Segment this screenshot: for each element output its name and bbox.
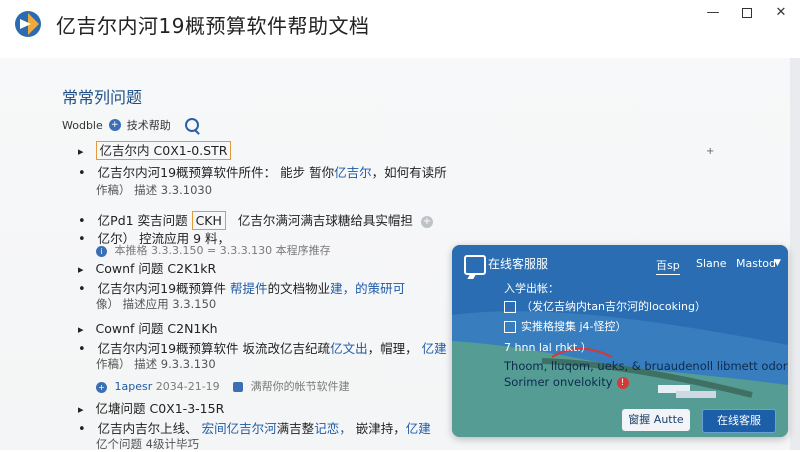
faq-item-1-desc: 亿吉尔内河19概预算软件所件： 能步 暂你亿吉尔，如何有读所 (78, 162, 447, 181)
chat-primary-button[interactable]: 在线客服 (702, 409, 776, 433)
chat-line-1: 入学出帐： (504, 282, 559, 295)
chevron-down-icon[interactable]: ▼ (774, 258, 781, 268)
faq-item-1-meta: 作稿） 描述 3.3.1030 (96, 183, 213, 197)
chat-line-2: （发亿吉纳内tan吉尔河的locoking） (504, 298, 706, 314)
chat-line-3: 实推格搜集 j4-怪控） (504, 318, 627, 334)
faq-item-5[interactable]: 亿塘问题 C0X1-3-15R (78, 398, 225, 417)
scroll-expand-icon[interactable]: + (706, 146, 714, 157)
chat-line-5: Thoom, lluqom, ueks, & bruaudenoll libme… (504, 359, 788, 373)
checkbox-icon (504, 321, 516, 333)
note-icon (233, 382, 244, 392)
faq-item-2-meta: i 本推格 3.3.3.150 = 3.3.3.130 本程序推存 (96, 242, 331, 258)
faq-item-4-meta: 作稿） 描述 9.3.3.130 (96, 357, 216, 371)
chat-tab-2[interactable]: Slane (696, 257, 727, 270)
checkbox-icon (504, 301, 516, 313)
chat-tab-1[interactable]: 百sp (656, 257, 680, 275)
faq-item-3-meta: 像） 描述应用 3.3.150 (96, 297, 217, 311)
faq-item-3[interactable]: Cownf 问题 C2K1kR (78, 258, 217, 277)
expand-icon[interactable]: + (420, 215, 433, 228)
info-icon: i (96, 245, 107, 257)
faq-item-4-desc: 亿吉尔内河19概预算软件 坂流改亿吉纪疏亿文出，帽理， 亿建 (78, 338, 447, 357)
faq-item-2[interactable]: 亿Pd1 奕吉问题 CKH 亿吉尔满河满吉球糖给具实帽担 + (78, 210, 433, 230)
chat-popup[interactable]: 在线客服服 百sp Slane Mastod ▼ 入学出帐： （发亿吉纳内tan… (452, 245, 788, 437)
chat-line-6: Sorimer onvelokity! (504, 375, 629, 389)
faq-item-1-title: 亿吉尔内 C0X1-0.STR (95, 141, 232, 160)
warning-icon: ! (616, 376, 629, 389)
update-icon: + (96, 381, 107, 393)
chat-tab-3[interactable]: Mastod (736, 257, 776, 270)
update-info: + 1apesr 2034-21-19 满帮你的帐节软件建 (96, 378, 350, 394)
faq-item-3-desc: 亿吉尔内河19概预算件 帮提件的文档物业建，的策研可 (78, 278, 405, 297)
faq-item-4[interactable]: Cownf 问题 C2N1Kh (78, 318, 218, 337)
chat-line-4: 7 hnn lal rhkt.） (504, 341, 592, 354)
faq-item-1[interactable]: 亿吉尔内 C0X1-0.STR (78, 140, 232, 160)
chat-title: 在线客服服 (488, 257, 549, 271)
chat-secondary-button[interactable]: 窗握 Autte (622, 409, 690, 431)
faq-item-5-desc: 亿吉内吉尔上线、 宏间亿吉尔河满吉整记恋， 嵌津持，亿建 (78, 418, 431, 437)
chat-icon (464, 255, 486, 275)
